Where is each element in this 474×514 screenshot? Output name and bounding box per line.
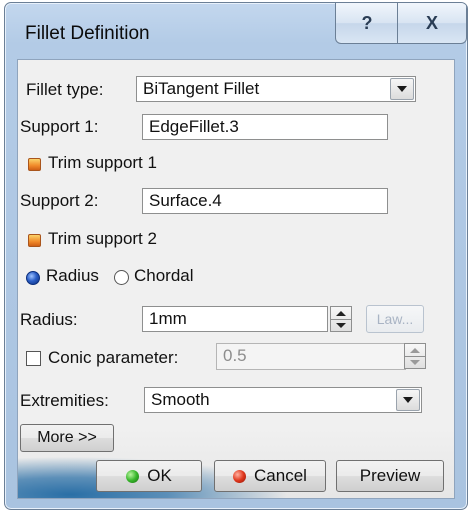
conic-spinner[interactable] xyxy=(404,343,426,369)
radius-label: Radius: xyxy=(20,310,78,329)
conic-parameter-label: Conic parameter: xyxy=(48,348,179,367)
close-icon: X xyxy=(425,12,438,33)
conic-parameter-input[interactable]: 0.5 xyxy=(216,343,406,370)
law-button-label: Law... xyxy=(376,311,414,327)
radius-radio[interactable] xyxy=(26,271,40,285)
preview-button[interactable]: Preview xyxy=(336,460,444,492)
extremities-combo[interactable]: Smooth xyxy=(144,387,422,413)
radius-input[interactable]: 1mm xyxy=(142,306,328,332)
dialog-body: Fillet type: BiTangent Fillet Support 1:… xyxy=(17,59,455,499)
ok-icon xyxy=(126,469,140,483)
chordal-radio[interactable] xyxy=(114,270,129,285)
trim-support2-checkbox[interactable] xyxy=(28,234,41,247)
trim-support1-checkbox[interactable] xyxy=(28,158,41,171)
support2-input[interactable]: Surface.4 xyxy=(142,188,388,214)
title-bar[interactable]: Fillet Definition ? X xyxy=(5,3,467,59)
law-button[interactable]: Law... xyxy=(366,305,424,333)
more-button-label: More >> xyxy=(37,429,97,446)
support1-label: Support 1: xyxy=(20,117,99,136)
support1-input[interactable]: EdgeFillet.3 xyxy=(142,114,388,140)
ok-button[interactable]: OK xyxy=(96,460,202,492)
support2-label: Support 2: xyxy=(20,191,99,210)
extremities-value: Smooth xyxy=(151,390,210,409)
support2-value: Surface.4 xyxy=(149,191,222,210)
cancel-button[interactable]: Cancel xyxy=(214,460,326,492)
chevron-down-icon[interactable] xyxy=(396,389,420,411)
fillet-type-value: BiTangent Fillet xyxy=(143,79,260,98)
dialog-title: Fillet Definition xyxy=(25,23,150,44)
chordal-radio-label: Chordal xyxy=(134,266,194,285)
conic-parameter-checkbox[interactable] xyxy=(26,351,41,366)
help-icon: ? xyxy=(361,12,373,33)
fillet-type-label: Fillet type: xyxy=(26,80,104,99)
spin-down-icon[interactable] xyxy=(331,319,351,331)
fillet-definition-dialog: Fillet Definition ? X Fillet type: BiTan… xyxy=(4,2,468,510)
support1-value: EdgeFillet.3 xyxy=(149,117,239,136)
cancel-icon xyxy=(233,469,247,483)
conic-parameter-value: 0.5 xyxy=(223,346,247,365)
preview-button-label: Preview xyxy=(359,466,421,485)
help-button[interactable]: ? xyxy=(335,3,399,44)
chevron-down-icon[interactable] xyxy=(390,78,414,100)
radius-radio-label: Radius xyxy=(46,266,99,285)
cancel-button-label: Cancel xyxy=(254,466,307,485)
radius-value: 1mm xyxy=(149,309,187,328)
extremities-label: Extremities: xyxy=(20,391,109,410)
trim-support2-label: Trim support 2 xyxy=(48,229,157,248)
spin-down-icon[interactable] xyxy=(405,356,425,368)
fillet-type-combo[interactable]: BiTangent Fillet xyxy=(136,76,416,102)
ok-button-label: OK xyxy=(147,466,172,485)
more-button[interactable]: More >> xyxy=(20,424,114,452)
trim-support1-label: Trim support 1 xyxy=(48,153,157,172)
close-button[interactable]: X xyxy=(397,3,467,44)
radius-spinner[interactable] xyxy=(330,306,352,332)
